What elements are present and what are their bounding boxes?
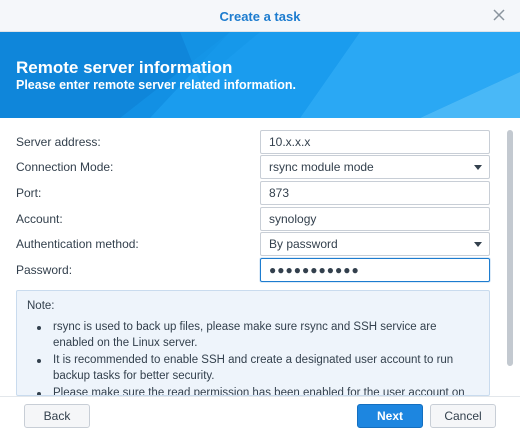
password-label: Password: — [16, 263, 73, 277]
note-item-text: Please make sure the read permission has… — [53, 387, 465, 396]
cancel-button[interactable]: Cancel — [430, 404, 496, 428]
note-box: Note: rsync is used to back up files, pl… — [16, 290, 490, 396]
create-task-dialog: Create a task Remote server information … — [0, 0, 520, 430]
chevron-down-icon — [474, 165, 482, 170]
vertical-scrollbar[interactable] — [507, 130, 513, 396]
port-row: Port: 873 — [0, 181, 520, 205]
note-item: rsync is used to back up files, please m… — [27, 320, 479, 351]
bullet-icon — [37, 359, 41, 363]
note-item-text: rsync is used to back up files, please m… — [53, 321, 437, 349]
account-input[interactable]: synology — [260, 207, 490, 231]
server-address-label: Server address: — [16, 135, 101, 149]
dialog-title: Create a task — [219, 9, 301, 24]
port-input[interactable]: 873 — [260, 181, 490, 205]
close-icon[interactable] — [492, 8, 506, 22]
port-value: 873 — [269, 186, 290, 200]
note-list: rsync is used to back up files, please m… — [27, 320, 479, 396]
banner-heading: Remote server information — [16, 58, 233, 77]
next-button[interactable]: Next — [357, 404, 423, 428]
back-button[interactable]: Back — [24, 404, 90, 428]
account-label: Account: — [16, 212, 63, 226]
note-item-text: It is recommended to enable SSH and crea… — [53, 354, 454, 382]
password-input[interactable]: ●●●●●●●●●●● — [260, 258, 490, 282]
title-bar: Create a task — [0, 0, 520, 32]
server-address-value: 10.x.x.x — [269, 135, 311, 149]
server-address-input[interactable]: 10.x.x.x — [260, 130, 490, 154]
header-banner: Remote server information Please enter r… — [0, 32, 520, 118]
auth-method-row: Authentication method: By password — [0, 232, 520, 256]
connection-mode-row: Connection Mode: rsync module mode — [0, 155, 520, 179]
connection-mode-select[interactable]: rsync module mode — [260, 155, 490, 179]
connection-mode-label: Connection Mode: — [16, 160, 114, 174]
bullet-icon — [37, 326, 41, 330]
password-row: Password: ●●●●●●●●●●● — [0, 258, 520, 282]
chevron-down-icon — [474, 242, 482, 247]
note-item: It is recommended to enable SSH and crea… — [27, 353, 479, 384]
account-row: Account: synology — [0, 207, 520, 231]
auth-method-label: Authentication method: — [16, 237, 139, 251]
account-value: synology — [269, 212, 317, 226]
auth-method-select[interactable]: By password — [260, 232, 490, 256]
scrollbar-thumb[interactable] — [507, 130, 513, 366]
banner-subheading: Please enter remote server related infor… — [16, 78, 296, 92]
auth-method-value: By password — [269, 237, 338, 251]
port-label: Port: — [16, 186, 42, 200]
server-address-row: Server address: 10.x.x.x — [0, 130, 520, 154]
dialog-footer: Back Next Cancel — [0, 396, 520, 430]
password-value: ●●●●●●●●●●● — [269, 263, 360, 277]
note-item: Please make sure the read permission has… — [27, 386, 479, 396]
connection-mode-value: rsync module mode — [269, 160, 374, 174]
note-title: Note: — [27, 300, 55, 312]
